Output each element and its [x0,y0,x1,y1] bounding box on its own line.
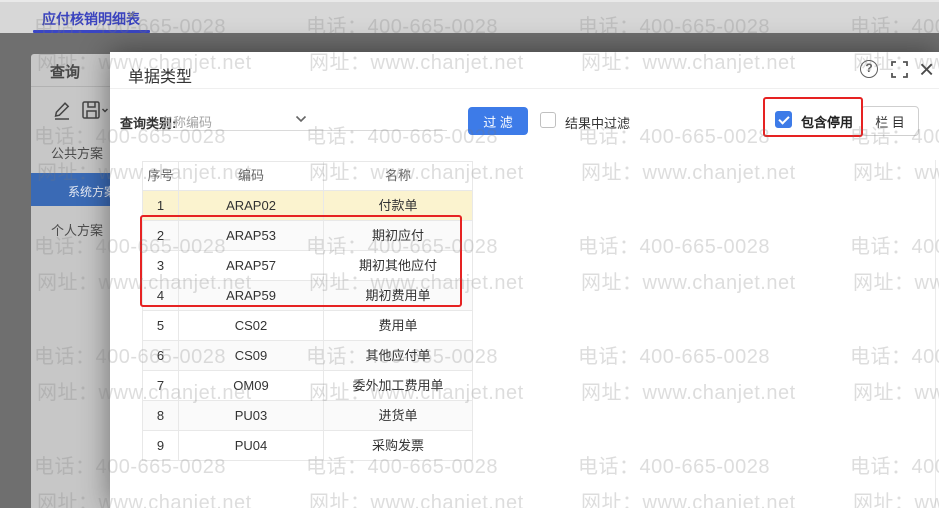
query-category-value: 名称编码 [160,112,212,131]
table-cell-name: 期初其他应付 [324,251,472,281]
table-row[interactable]: 1ARAP02付款单 [143,191,472,221]
table-cell-no: 2 [143,221,179,251]
result-filter-checkbox[interactable] [540,112,556,128]
sidebar-group-public-schemes[interactable]: 公共方案 [51,143,103,162]
tab-bar: 应付核销明细表 × [0,0,939,33]
table-cell-code: ARAP59 [179,281,324,311]
table-cell-no: 6 [143,341,179,371]
table-cell-name: 费用单 [324,311,472,341]
table-cell-code: ARAP02 [179,191,324,221]
floppy-save-icon[interactable] [81,100,108,122]
table-cell-name: 进货单 [324,401,472,431]
table-cell-name: 采购发票 [324,431,472,461]
include-disabled-label: 包含停用 [801,112,853,131]
document-type-table: 序号编码名称1ARAP02付款单2ARAP53期初应付3ARAP57期初其他应付… [142,161,473,461]
table-cell-code: PU03 [179,401,324,431]
table-row[interactable]: 8PU03进货单 [143,401,472,431]
table-row[interactable]: 2ARAP53期初应付 [143,221,472,251]
table-header-cell: 编码 [179,162,324,191]
table-header-cell: 序号 [143,162,179,191]
sidebar-item-system-scheme[interactable]: 系统方案 [31,173,110,206]
pencil-edit-icon[interactable] [52,100,72,122]
table-cell-name: 其他应付单 [324,341,472,371]
sidebar-header: 查询 [31,54,110,87]
help-icon[interactable]: ? [860,60,878,78]
sidebar-title: 查询 [50,61,80,82]
include-disabled-checkbox[interactable] [775,111,792,128]
content-right-divider [935,160,936,508]
table-cell-name: 期初应付 [324,221,472,251]
columns-button[interactable]: 栏 目 [861,106,919,136]
table-cell-name: 委外加工费用单 [324,371,472,401]
modal-close-icon[interactable]: × [919,52,934,86]
table-row[interactable]: 9PU04采购发票 [143,431,472,461]
sidebar-item-label: 系统方案 [68,183,110,200]
modal-title: 单据类型 [128,63,192,87]
table-cell-no: 4 [143,281,179,311]
tab-close-icon[interactable]: × [127,7,136,25]
table-row[interactable]: 3ARAP57期初其他应付 [143,251,472,281]
table-cell-no: 5 [143,311,179,341]
table-row[interactable]: 5CS02费用单 [143,311,472,341]
table-cell-code: CS02 [179,311,324,341]
table-row[interactable]: 7OM09委外加工费用单 [143,371,472,401]
fullscreen-icon[interactable] [891,61,908,78]
table-header-cell: 名称 [324,162,472,191]
table-cell-no: 3 [143,251,179,281]
query-category-select[interactable]: 名称编码 [155,107,447,131]
sidebar-toolbar [31,98,110,124]
table-cell-name: 付款单 [324,191,472,221]
table-cell-no: 1 [143,191,179,221]
table-cell-code: OM09 [179,371,324,401]
query-scheme-sidebar: 查询 公共方案 系统方案 个人方案 [31,54,110,508]
table-cell-no: 9 [143,431,179,461]
filter-button[interactable]: 过 滤 [468,107,528,135]
table-row[interactable]: 6CS09其他应付单 [143,341,472,371]
table-row[interactable]: 4ARAP59期初费用单 [143,281,472,311]
modal-title-divider [110,88,939,89]
table-cell-no: 8 [143,401,179,431]
document-type-modal: 单据类型 ? × 查询类别: 名称编码 过 滤 结果中过滤 包含停用 栏 目 序… [110,52,939,508]
sidebar-group-personal-schemes[interactable]: 个人方案 [51,220,103,239]
table-cell-code: PU04 [179,431,324,461]
table-cell-no: 7 [143,371,179,401]
table-cell-code: ARAP53 [179,221,324,251]
table-cell-code: CS09 [179,341,324,371]
tab-accounts-payable-writeoff[interactable]: 应付核销明细表 [42,9,140,29]
table-cell-name: 期初费用单 [324,281,472,311]
table-header-row: 序号编码名称 [143,162,472,191]
chevron-down-icon [295,115,307,123]
result-filter-label: 结果中过滤 [565,113,630,132]
table-cell-code: ARAP57 [179,251,324,281]
